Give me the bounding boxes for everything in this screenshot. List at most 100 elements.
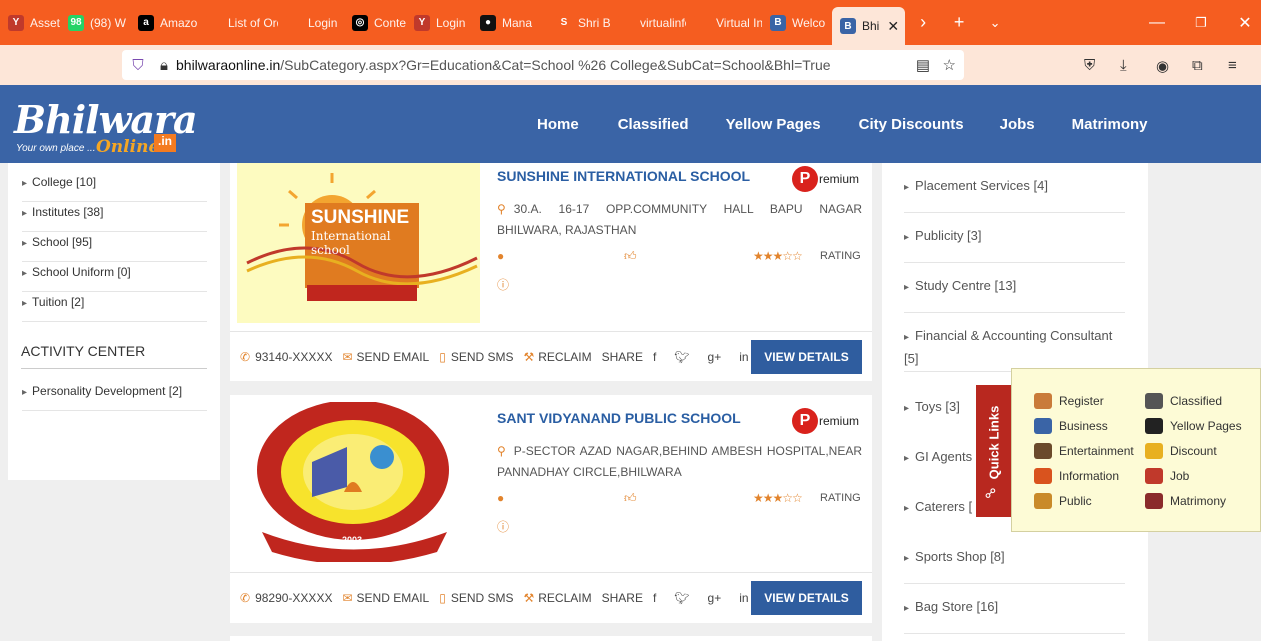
quick-link-job[interactable]: Job — [1145, 468, 1189, 484]
related-study-centre[interactable]: Study Centre [13] — [904, 275, 1125, 313]
info-icon[interactable]: ⓘ — [497, 276, 509, 293]
tab-favicon-icon: Y — [8, 14, 24, 31]
related-bag-store[interactable]: Bag Store [16] — [904, 596, 1125, 634]
facebook-icon[interactable]: f — [653, 350, 656, 364]
browser-tab[interactable]: Login — [278, 0, 344, 45]
tab-active[interactable]: B Bhi ✕ — [832, 7, 906, 45]
browser-tab[interactable]: ◎ Conte — [344, 0, 406, 45]
linkedin-icon[interactable]: in — [739, 350, 748, 364]
browser-tab[interactable]: ● Mana — [472, 0, 548, 45]
quick-link-register[interactable]: Register — [1034, 393, 1104, 409]
menu-icon[interactable]: ≡ — [1228, 57, 1237, 74]
related-placement-services[interactable]: Placement Services [4] — [904, 175, 1125, 213]
tab-title: Login — [436, 15, 466, 30]
school-name-link[interactable]: SUNSHINE INTERNATIONAL SCHOOL — [497, 168, 750, 184]
view-details-button[interactable]: VIEW DETAILS — [751, 581, 862, 615]
facebook-icon[interactable]: f — [653, 591, 656, 605]
quick-link-business[interactable]: Business — [1034, 418, 1108, 434]
browser-tab[interactable]: List of Ord — [198, 0, 278, 45]
twitter-icon[interactable]: 🐦︎ — [674, 591, 689, 605]
nav-city-discounts[interactable]: City Discounts — [859, 116, 964, 133]
tab-title: Welco — [792, 15, 826, 30]
activity-personality-development[interactable]: Personality Development [2] — [22, 381, 207, 411]
related-financial-accounting[interactable]: Financial & Accounting Consultant [5] — [904, 325, 1125, 372]
browser-tab[interactable]: virtualinfo — [610, 0, 686, 45]
shield-icon[interactable]: ⛉ — [124, 57, 152, 74]
quick-link-classified[interactable]: Classified — [1145, 393, 1222, 409]
school-logo-image[interactable]: 2003 — [252, 400, 457, 565]
twitter-icon[interactable]: 🐦︎ — [674, 350, 689, 364]
related-sports-shop[interactable]: Sports Shop [8] — [904, 546, 1125, 584]
minimize-icon[interactable]: — — [1135, 14, 1179, 32]
send-email-link[interactable]: ✉ SEND EMAIL — [342, 350, 429, 364]
nav-classified[interactable]: Classified — [618, 116, 689, 133]
downloads-icon[interactable]: ⤓ — [1120, 57, 1127, 74]
category-college[interactable]: College [10] — [22, 172, 207, 202]
reclaim-text: RECLAIM — [538, 349, 592, 364]
browser-tab[interactable]: a Amazon — [130, 0, 198, 45]
quick-link-discount[interactable]: Discount — [1145, 443, 1217, 459]
google-plus-icon[interactable]: g+ — [708, 591, 722, 605]
tab-title: Conte — [374, 15, 406, 30]
close-tab-icon[interactable]: ✕ — [887, 18, 899, 35]
send-email-text: SEND EMAIL — [356, 349, 430, 364]
browser-tab[interactable]: Y Assets — [0, 0, 60, 45]
category-school[interactable]: School [95] — [22, 232, 207, 262]
school-name-link[interactable]: SANT VIDYANAND PUBLIC SCHOOL — [497, 410, 741, 426]
phone-number[interactable]: ✆ 98290-XXXXX — [240, 591, 332, 605]
info-icon[interactable]: ⓘ — [497, 518, 509, 535]
category-school-uniform[interactable]: School Uniform [0] — [22, 262, 207, 292]
tab-title: Mana — [502, 15, 533, 30]
thumbs-up-icon[interactable]: 👍︎ — [624, 249, 637, 264]
linkedin-icon[interactable]: in — [739, 591, 748, 605]
nav-yellow-pages[interactable]: Yellow Pages — [726, 116, 821, 133]
phone-number[interactable]: ✆ 93140-XXXXX — [240, 350, 332, 364]
nav-matrimony[interactable]: Matrimony — [1072, 116, 1148, 133]
browser-tab[interactable]: B Welco — [762, 0, 832, 45]
new-tab-icon[interactable]: + — [941, 12, 977, 33]
google-plus-icon[interactable]: g+ — [708, 350, 722, 364]
account-icon[interactable]: ◉ — [1156, 57, 1169, 75]
browser-tab[interactable]: S Shri B — [548, 0, 610, 45]
quick-links-tab[interactable]: Quick Links ⚯ — [976, 385, 1011, 517]
reader-view-icon[interactable]: ▤ — [916, 56, 930, 74]
close-window-icon[interactable]: ✕ — [1223, 13, 1261, 33]
reclaim-link[interactable]: ⚒ RECLAIM — [524, 591, 592, 605]
restore-icon[interactable]: ❐ — [1179, 15, 1223, 31]
related-publicity[interactable]: Publicity [3] — [904, 225, 1125, 263]
nav-home[interactable]: Home — [537, 116, 579, 133]
browser-tab[interactable]: 98 (98) W — [60, 0, 130, 45]
tab-favicon-icon: Y — [414, 14, 430, 31]
related-toys[interactable]: Toys [3] — [904, 396, 974, 434]
quick-link-public[interactable]: Public — [1034, 493, 1092, 509]
tab-scroll-right-icon[interactable]: › — [905, 12, 941, 33]
thumbs-up-icon[interactable]: 👍︎ — [624, 491, 637, 506]
send-sms-link[interactable]: ▯ SEND SMS — [439, 591, 513, 605]
left-sidebar: College [10] Institutes [38] School [95]… — [8, 163, 220, 480]
quick-link-matrimony[interactable]: Matrimony — [1145, 493, 1226, 509]
list-tabs-icon[interactable]: ⌄ — [977, 15, 1013, 31]
related-gi-agents[interactable]: GI Agents — [904, 446, 974, 484]
school-logo-image[interactable]: SUNSHINE International school — [237, 163, 480, 323]
category-tuition[interactable]: Tuition [2] — [22, 292, 207, 322]
browser-tab[interactable]: Y Login — [406, 0, 472, 45]
send-email-link[interactable]: ✉ SEND EMAIL — [342, 591, 429, 605]
lock-icon[interactable]: 🔒︎ — [152, 57, 176, 74]
category-institutes[interactable]: Institutes [38] — [22, 202, 207, 232]
tab-favicon-icon: 98 — [68, 14, 84, 31]
view-details-button[interactable]: VIEW DETAILS — [751, 340, 862, 374]
pocket-icon[interactable]: ⛨ — [1084, 57, 1095, 74]
quick-link-information[interactable]: Information — [1034, 468, 1119, 484]
reclaim-link[interactable]: ⚒ RECLAIM — [524, 350, 592, 364]
browser-tab[interactable]: Virtual Info — [686, 0, 762, 45]
send-sms-link[interactable]: ▯ SEND SMS — [439, 350, 513, 364]
related-caterers[interactable]: Caterers [ — [904, 496, 979, 534]
bookmark-star-icon[interactable]: ☆ — [943, 56, 956, 74]
quick-link-label: Yellow Pages — [1170, 419, 1242, 433]
user-icon: ● — [497, 249, 505, 263]
address-bar[interactable]: ⛉ 🔒︎ bhilwaraonline.in/SubCategory.aspx?… — [122, 50, 964, 80]
extensions-icon[interactable]: ⧉ — [1192, 57, 1203, 74]
quick-link-entertainment[interactable]: Entertainment — [1034, 443, 1134, 459]
quick-link-yellow-pages[interactable]: Yellow Pages — [1145, 418, 1242, 434]
nav-jobs[interactable]: Jobs — [1000, 116, 1035, 133]
